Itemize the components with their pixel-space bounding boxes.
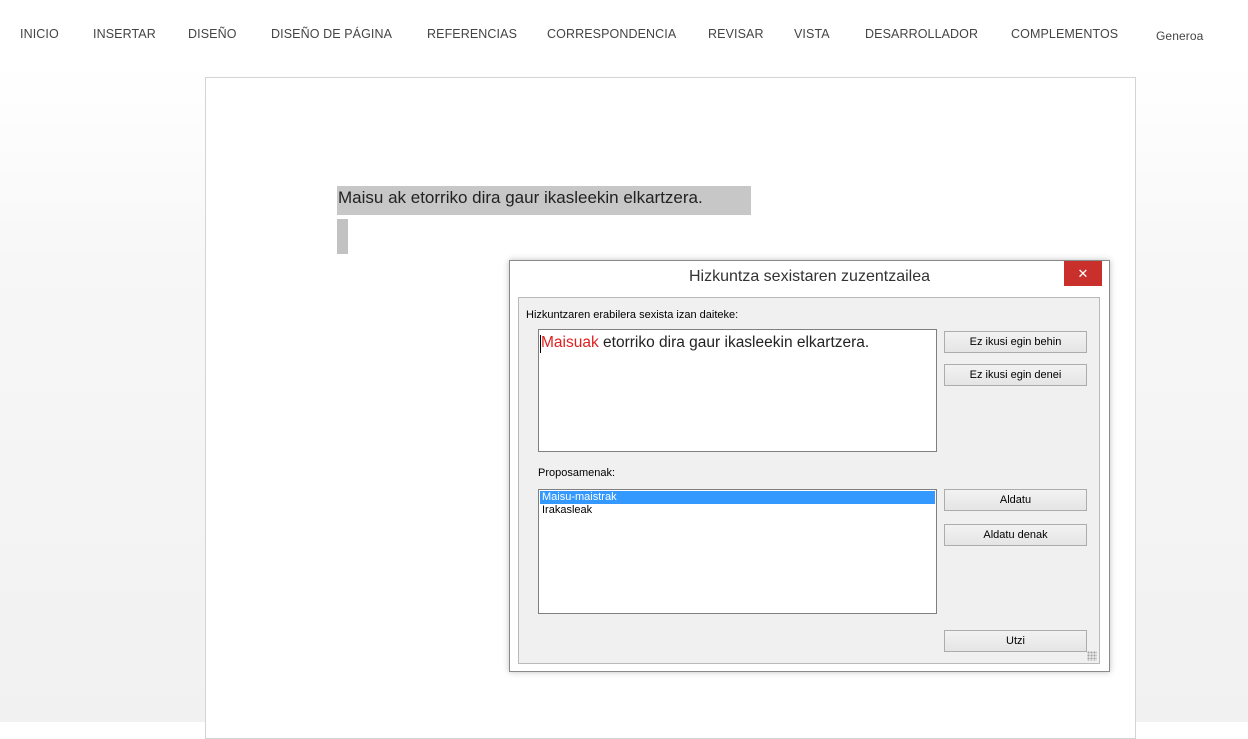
sentence-rest: etorriko dira gaur ikasleekin elkartzera… [598,334,870,351]
tab-diseno-de-pagina[interactable]: DISEÑO DE PÁGINA [271,27,392,41]
ribbon-tab-bar: INICIO INSERTAR DISEÑO DISEÑO DE PÁGINA … [0,0,1248,64]
tab-insertar[interactable]: INSERTAR [93,27,156,41]
tab-correspondencia[interactable]: CORRESPONDENCIA [547,27,676,41]
cancel-button[interactable]: Utzi [944,630,1087,652]
resize-grip-icon[interactable] [1087,651,1097,661]
proposal-item[interactable]: Maisu-maistrak [540,491,935,504]
change-all-button[interactable]: Aldatu denak [944,524,1087,546]
tab-desarrollador[interactable]: DESARROLLADOR [865,27,978,41]
close-icon[interactable]: ✕ [1064,261,1102,286]
tab-revisar[interactable]: REVISAR [708,27,764,41]
selection-highlight-empty-line [337,219,348,254]
flagged-word: Maisuak [541,334,599,351]
change-button[interactable]: Aldatu [944,489,1087,511]
tab-generoa[interactable]: Generoa [1156,29,1203,43]
flagged-sentence: Maisuak etorriko dira gaur ikasleekin el… [541,334,869,352]
dialog-title: Hizkuntza sexistaren zuzentzailea [688,268,930,285]
flagged-sentence-box[interactable]: Maisuak etorriko dira gaur ikasleekin el… [538,329,937,452]
proposals-label: Proposamenak: [538,467,616,479]
ignore-once-button[interactable]: Ez ikusi egin behin [944,331,1087,353]
tab-complementos[interactable]: COMPLEMENTOS [1011,27,1118,41]
tab-vista[interactable]: VISTA [794,27,830,41]
tab-inicio[interactable]: INICIO [20,27,59,41]
dialog-body: Hizkuntzaren erabilera sexista izan dait… [518,297,1100,664]
proposal-item[interactable]: Irakasleak [540,504,935,517]
document-text-line[interactable]: Maisu ak etorriko dira gaur ikasleekin e… [338,188,703,208]
usage-label: Hizkuntzaren erabilera sexista izan dait… [526,309,739,321]
ignore-all-button[interactable]: Ez ikusi egin denei [944,364,1087,386]
tab-diseno[interactable]: DISEÑO [188,27,237,41]
sexist-language-dialog: Hizkuntza sexistaren zuzentzailea ✕ Hizk… [509,260,1110,672]
proposals-list[interactable]: Maisu-maistrak Irakasleak [538,489,937,614]
tab-referencias[interactable]: REFERENCIAS [427,27,517,41]
